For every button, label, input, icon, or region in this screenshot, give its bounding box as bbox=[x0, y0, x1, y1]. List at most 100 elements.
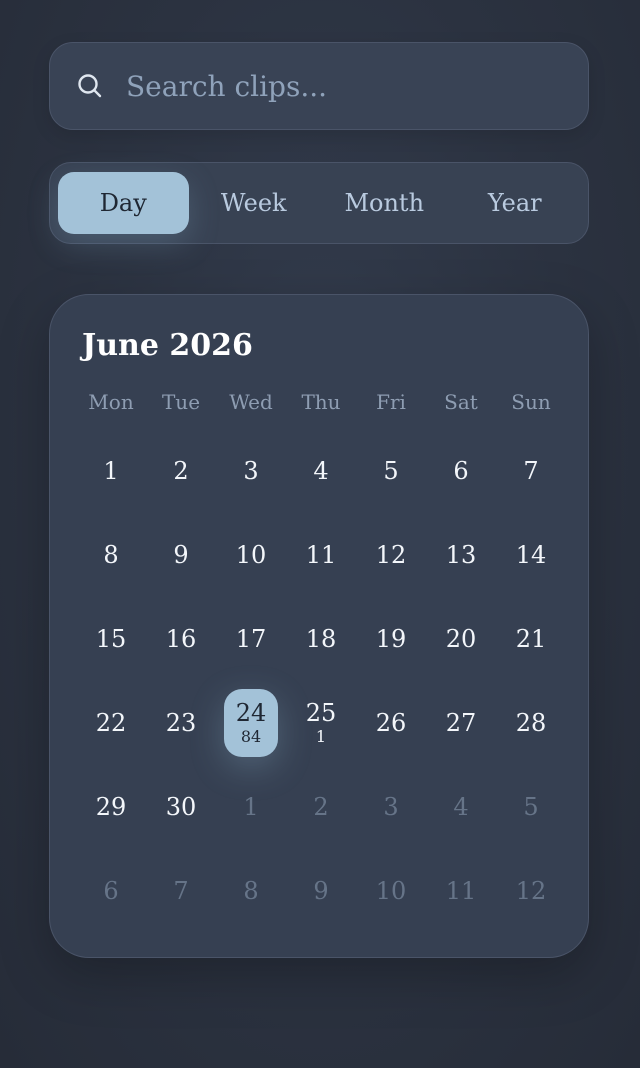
calendar-day-number: 18 bbox=[305, 625, 337, 653]
calendar-day-outside[interactable]: 12 bbox=[496, 849, 566, 933]
calendar-day-number: 15 bbox=[95, 625, 127, 653]
clip-count-badge: 1 bbox=[315, 727, 327, 746]
calendar-day[interactable]: 29 bbox=[76, 765, 146, 849]
calendar-day[interactable]: 19 bbox=[356, 597, 426, 681]
calendar-day-outside[interactable]: 5 bbox=[496, 765, 566, 849]
range-week-button[interactable]: Week bbox=[189, 172, 320, 234]
calendar-day-cell: 12 bbox=[504, 857, 558, 925]
calendar-day-cell: 25 1 bbox=[294, 689, 348, 757]
clips-app: Day Week Month Year June 2026 Mon Tue We… bbox=[49, 42, 589, 958]
calendar-day-outside[interactable]: 2 bbox=[286, 765, 356, 849]
calendar-day-cell: 15 bbox=[84, 605, 138, 673]
calendar-day-cell: 11 bbox=[434, 857, 488, 925]
calendar-day[interactable]: 25 1 bbox=[286, 681, 356, 765]
calendar-day[interactable]: 15 bbox=[76, 597, 146, 681]
calendar-day[interactable]: 21 bbox=[496, 597, 566, 681]
calendar-day[interactable]: 13 bbox=[426, 513, 496, 597]
calendar-day-cell: 27 bbox=[434, 689, 488, 757]
calendar-day[interactable]: 6 bbox=[426, 429, 496, 513]
calendar-day[interactable]: 3 bbox=[216, 429, 286, 513]
calendar-day-cell: 28 bbox=[504, 689, 558, 757]
calendar-day[interactable]: 20 bbox=[426, 597, 496, 681]
weekday-label: Sun bbox=[511, 390, 551, 414]
calendar-day-outside[interactable]: 4 bbox=[426, 765, 496, 849]
calendar-day-cell: 18 bbox=[294, 605, 348, 673]
range-year-button[interactable]: Year bbox=[450, 172, 581, 234]
calendar-day[interactable]: 27 bbox=[426, 681, 496, 765]
calendar-day-cell: 22 bbox=[84, 689, 138, 757]
calendar-day[interactable]: 28 bbox=[496, 681, 566, 765]
calendar-day[interactable]: 8 bbox=[76, 513, 146, 597]
search-bar[interactable] bbox=[49, 42, 589, 130]
calendar-day-number: 1 bbox=[103, 457, 119, 485]
calendar-day-selected[interactable]: 24 84 bbox=[216, 681, 286, 765]
calendar-day-number: 8 bbox=[103, 541, 119, 569]
calendar-day-outside[interactable]: 11 bbox=[426, 849, 496, 933]
calendar-day-number: 3 bbox=[243, 457, 259, 485]
calendar-day-outside[interactable]: 8 bbox=[216, 849, 286, 933]
calendar-day[interactable]: 11 bbox=[286, 513, 356, 597]
calendar-day-outside[interactable]: 3 bbox=[356, 765, 426, 849]
calendar-day-cell: 2 bbox=[154, 437, 208, 505]
calendar-day[interactable]: 2 bbox=[146, 429, 216, 513]
calendar-day-cell: 8 bbox=[224, 857, 278, 925]
calendar-day-cell: 20 bbox=[434, 605, 488, 673]
calendar-day[interactable]: 10 bbox=[216, 513, 286, 597]
calendar-day-number: 16 bbox=[165, 625, 197, 653]
calendar-day-cell: 5 bbox=[364, 437, 418, 505]
calendar-day-number: 1 bbox=[243, 793, 259, 821]
calendar-day[interactable]: 18 bbox=[286, 597, 356, 681]
calendar-day[interactable]: 23 bbox=[146, 681, 216, 765]
calendar-day-number: 14 bbox=[515, 541, 547, 569]
calendar-day[interactable]: 26 bbox=[356, 681, 426, 765]
calendar-day-number: 8 bbox=[243, 877, 259, 905]
calendar-day-number: 4 bbox=[453, 793, 469, 821]
calendar-day[interactable]: 4 bbox=[286, 429, 356, 513]
calendar-day[interactable]: 9 bbox=[146, 513, 216, 597]
calendar-day[interactable]: 16 bbox=[146, 597, 216, 681]
calendar-day[interactable]: 30 bbox=[146, 765, 216, 849]
calendar-day-cell: 4 bbox=[434, 773, 488, 841]
calendar-day-number: 3 bbox=[383, 793, 399, 821]
calendar-day-cell: 12 bbox=[364, 521, 418, 589]
calendar-day-number: 2 bbox=[173, 457, 189, 485]
calendar-day-cell: 1 bbox=[224, 773, 278, 841]
calendar-day-cell: 29 bbox=[84, 773, 138, 841]
calendar-day-number: 19 bbox=[375, 625, 407, 653]
calendar-day-outside[interactable]: 6 bbox=[76, 849, 146, 933]
calendar-day-outside[interactable]: 9 bbox=[286, 849, 356, 933]
calendar-day-number: 9 bbox=[313, 877, 329, 905]
calendar-day-cell: 1 bbox=[84, 437, 138, 505]
calendar-day[interactable]: 22 bbox=[76, 681, 146, 765]
calendar-day-number: 10 bbox=[235, 541, 267, 569]
calendar-day-outside[interactable]: 1 bbox=[216, 765, 286, 849]
weekday-label: Tue bbox=[161, 390, 201, 414]
calendar-day-number: 6 bbox=[453, 457, 469, 485]
calendar-day-cell: 16 bbox=[154, 605, 208, 673]
calendar-day-number: 6 bbox=[103, 877, 119, 905]
calendar-day[interactable]: 5 bbox=[356, 429, 426, 513]
calendar-day-cell: 2 bbox=[294, 773, 348, 841]
calendar-day[interactable]: 17 bbox=[216, 597, 286, 681]
calendar-day-number: 26 bbox=[375, 709, 407, 737]
calendar-day-cell: 9 bbox=[294, 857, 348, 925]
calendar-day-cell: 14 bbox=[504, 521, 558, 589]
weekday-header: Mon Tue Wed Thu Fri Sat Sun bbox=[76, 387, 562, 417]
calendar-day-number: 5 bbox=[383, 457, 399, 485]
calendar-day-cell: 23 bbox=[154, 689, 208, 757]
clip-count-badge: 84 bbox=[240, 727, 262, 746]
calendar-day-number: 28 bbox=[515, 709, 547, 737]
range-month-button[interactable]: Month bbox=[319, 172, 450, 234]
calendar-day[interactable]: 1 bbox=[76, 429, 146, 513]
calendar-day-cell: 13 bbox=[434, 521, 488, 589]
calendar-day[interactable]: 14 bbox=[496, 513, 566, 597]
calendar-day-outside[interactable]: 7 bbox=[146, 849, 216, 933]
calendar-day-number: 20 bbox=[445, 625, 477, 653]
calendar-day[interactable]: 12 bbox=[356, 513, 426, 597]
calendar-day-outside[interactable]: 10 bbox=[356, 849, 426, 933]
calendar-day-cell: 24 84 bbox=[224, 689, 278, 757]
range-day-button[interactable]: Day bbox=[58, 172, 189, 234]
search-input[interactable] bbox=[124, 68, 548, 104]
calendar-day-number: 9 bbox=[173, 541, 189, 569]
calendar-day[interactable]: 7 bbox=[496, 429, 566, 513]
